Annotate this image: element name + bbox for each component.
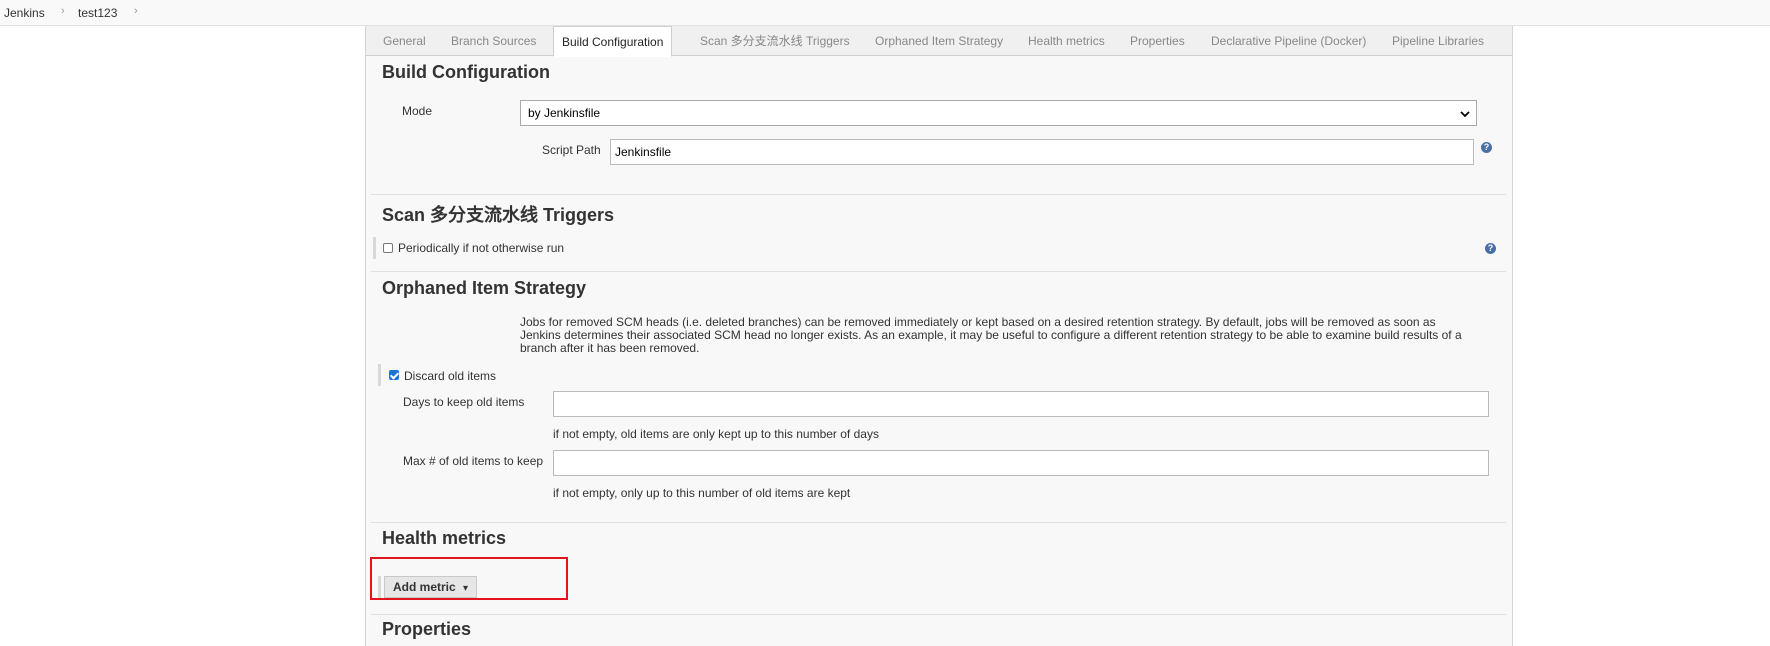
breadcrumb-separator-icon[interactable]: › xyxy=(61,5,65,17)
add-metric-label: Add metric xyxy=(393,580,456,594)
mode-select[interactable]: by Jenkinsfile xyxy=(520,100,1477,126)
discard-old-items-label: Discard old items xyxy=(404,369,497,383)
tab-orphaned-item-strategy[interactable]: Orphaned Item Strategy xyxy=(875,26,1003,56)
section-divider xyxy=(371,271,1506,272)
section-divider xyxy=(371,522,1506,523)
mode-select-value: by Jenkinsfile xyxy=(528,106,601,120)
tab-health-metrics[interactable]: Health metrics xyxy=(1028,26,1105,56)
config-tab-bar: General Branch Sources Build Configurati… xyxy=(366,26,1512,57)
section-title-build-configuration: Build Configuration xyxy=(382,62,550,82)
tab-general[interactable]: General xyxy=(383,26,426,56)
script-path-label: Script Path xyxy=(542,143,601,157)
chevron-down-icon xyxy=(1460,111,1470,118)
breadcrumb-separator-icon[interactable]: › xyxy=(134,5,138,17)
orphaned-description-line: branch after it has been removed. xyxy=(520,341,700,355)
breadcrumb: Jenkins › test123 › xyxy=(0,0,1770,26)
periodically-label: Periodically if not otherwise run xyxy=(398,241,565,255)
button-row-marker xyxy=(378,576,381,598)
tab-build-configuration[interactable]: Build Configuration xyxy=(553,26,673,57)
discard-old-items-checkbox[interactable] xyxy=(389,370,399,380)
days-to-keep-hint: if not empty, old items are only kept up… xyxy=(553,427,879,441)
breadcrumb-item-test123[interactable]: test123 xyxy=(78,6,117,20)
orphaned-description: Jobs for removed SCM heads (i.e. deleted… xyxy=(520,316,1480,355)
config-panel: General Branch Sources Build Configurati… xyxy=(365,26,1513,646)
tab-branch-sources[interactable]: Branch Sources xyxy=(451,26,536,56)
max-old-items-label: Max # of old items to keep xyxy=(403,454,544,468)
dropdown-caret-icon: ▾ xyxy=(463,583,469,594)
max-old-items-hint: if not empty, only up to this number of … xyxy=(553,486,851,500)
add-metric-button[interactable]: Add metric ▾ xyxy=(384,576,478,598)
days-to-keep-input[interactable] xyxy=(553,391,1489,417)
section-title-health-metrics: Health metrics xyxy=(382,528,507,548)
help-icon[interactable]: ? xyxy=(1481,142,1492,153)
section-title-orphaned-item-strategy: Orphaned Item Strategy xyxy=(382,278,587,298)
tab-pipeline-libraries[interactable]: Pipeline Libraries xyxy=(1392,26,1484,56)
section-title-properties: Properties xyxy=(382,619,472,639)
section-title-scan-triggers: Scan 多分支流水线 Triggers xyxy=(382,205,615,225)
periodically-checkbox[interactable] xyxy=(383,243,393,253)
section-divider xyxy=(371,194,1506,195)
checkbox-row-marker xyxy=(373,237,376,259)
breadcrumb-item-jenkins[interactable]: Jenkins xyxy=(4,6,45,20)
section-divider xyxy=(371,614,1506,615)
checkbox-row-marker xyxy=(378,364,381,386)
mode-label: Mode xyxy=(402,104,433,118)
max-old-items-input[interactable] xyxy=(553,450,1489,476)
days-to-keep-label: Days to keep old items xyxy=(403,395,525,409)
tab-properties[interactable]: Properties xyxy=(1130,26,1185,56)
help-icon[interactable]: ? xyxy=(1485,243,1496,254)
script-path-input[interactable]: Jenkinsfile xyxy=(610,139,1474,165)
tab-declarative-pipeline-docker[interactable]: Declarative Pipeline (Docker) xyxy=(1211,26,1366,56)
tab-scan-triggers[interactable]: Scan 多分支流水线 Triggers xyxy=(700,26,850,56)
